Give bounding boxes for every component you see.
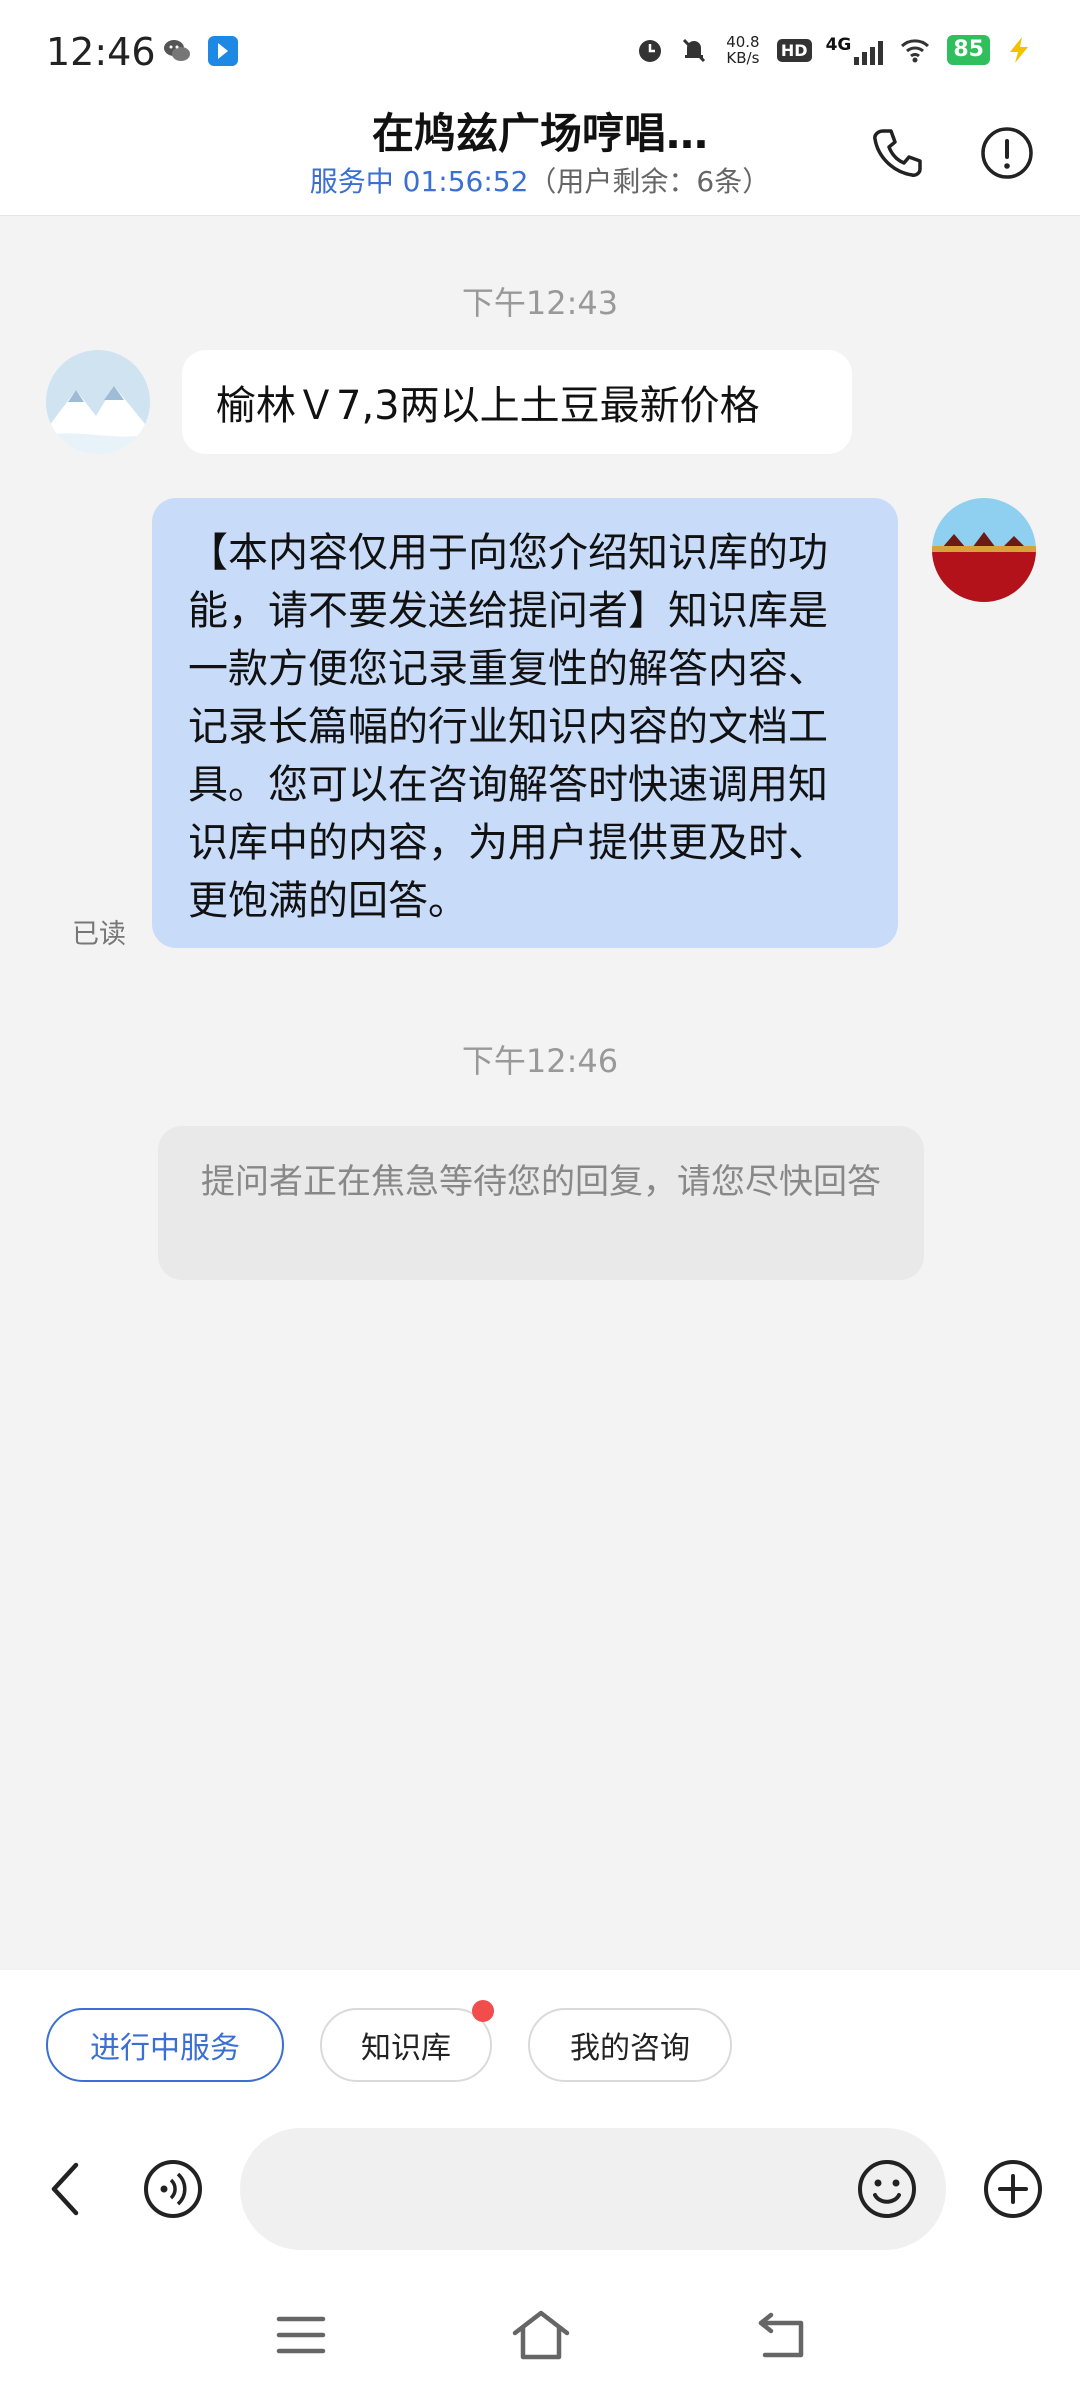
chat-screen: 12:46 40.8 KB/s HD 4G 85 在鸠兹广场哼唱… 服务中 01… xyxy=(0,0,1080,2400)
status-bar: 12:46 40.8 KB/s HD 4G 85 xyxy=(0,0,1080,96)
signal-icon: 4G xyxy=(826,35,884,65)
service-status: 服务中 01:56:52 xyxy=(309,165,529,198)
menu-nav-button[interactable] xyxy=(256,2300,346,2370)
avatar-image xyxy=(932,498,1036,602)
network-type: 4G xyxy=(825,35,852,55)
alarm-icon xyxy=(638,40,661,62)
voice-icon xyxy=(144,2160,202,2218)
battery-level: 85 xyxy=(947,35,990,65)
emoji-icon xyxy=(858,2160,916,2218)
chat-header: 在鸠兹广场哼唱… 服务中 01:56:52（用户剩余：6条） xyxy=(0,96,1080,216)
read-status: 已读 xyxy=(72,919,126,950)
net-speed: 40.8 KB/s xyxy=(726,33,760,67)
home-icon xyxy=(512,2310,570,2360)
incoming-message[interactable]: 榆林Ｖ7,3两以上土豆最新价格 xyxy=(182,350,852,454)
return-icon xyxy=(758,2312,804,2358)
call-button[interactable] xyxy=(862,118,932,188)
chip-label: 我的咨询 xyxy=(570,2031,690,2066)
remaining-count: （用户剩余：6条） xyxy=(528,165,771,198)
mute-icon xyxy=(682,38,705,63)
voice-button[interactable] xyxy=(138,2154,208,2224)
more-button[interactable] xyxy=(978,2154,1048,2224)
info-button[interactable] xyxy=(972,118,1042,188)
app-notification-icon xyxy=(208,36,238,66)
chip-label: 知识库 xyxy=(361,2031,451,2066)
system-notice: 提问者正在焦急等待您的回复，请您尽快回答 xyxy=(158,1126,924,1280)
message-input[interactable] xyxy=(240,2128,946,2250)
plus-icon xyxy=(984,2160,1042,2218)
menu-icon xyxy=(276,2316,326,2354)
asker-avatar[interactable] xyxy=(46,350,150,454)
avatar-image xyxy=(46,350,150,454)
knowledge-base-button[interactable]: 知识库 xyxy=(320,2000,494,2082)
wifi-icon xyxy=(901,39,930,63)
outgoing-message[interactable]: 【本内容仅用于向您介绍知识库的功能，请不要发送给提问者】知识库是一款方便您记录重… xyxy=(152,498,898,948)
back-icon xyxy=(51,2162,79,2216)
info-icon xyxy=(981,127,1033,179)
status-icons: 40.8 KB/s HD 4G 85 xyxy=(635,30,1034,70)
timestamp: 下午12:46 xyxy=(461,1042,619,1080)
hd-badge: HD xyxy=(776,38,812,62)
emoji-button[interactable] xyxy=(852,2154,922,2224)
return-nav-button[interactable] xyxy=(736,2300,826,2370)
home-nav-button[interactable] xyxy=(496,2300,586,2370)
my-avatar[interactable] xyxy=(932,498,1036,602)
chip-label: 进行中服务 xyxy=(90,2031,240,2066)
back-button[interactable] xyxy=(34,2154,98,2224)
phone-icon xyxy=(873,129,922,177)
wechat-icon xyxy=(164,40,190,61)
timestamp: 下午12:43 xyxy=(461,284,619,322)
my-consultations-button[interactable]: 我的咨询 xyxy=(528,2008,732,2082)
status-time: 12:46 xyxy=(46,30,156,74)
notification-dot xyxy=(472,2000,494,2022)
ongoing-service-button[interactable]: 进行中服务 xyxy=(46,2008,284,2082)
charging-icon xyxy=(1010,37,1028,63)
